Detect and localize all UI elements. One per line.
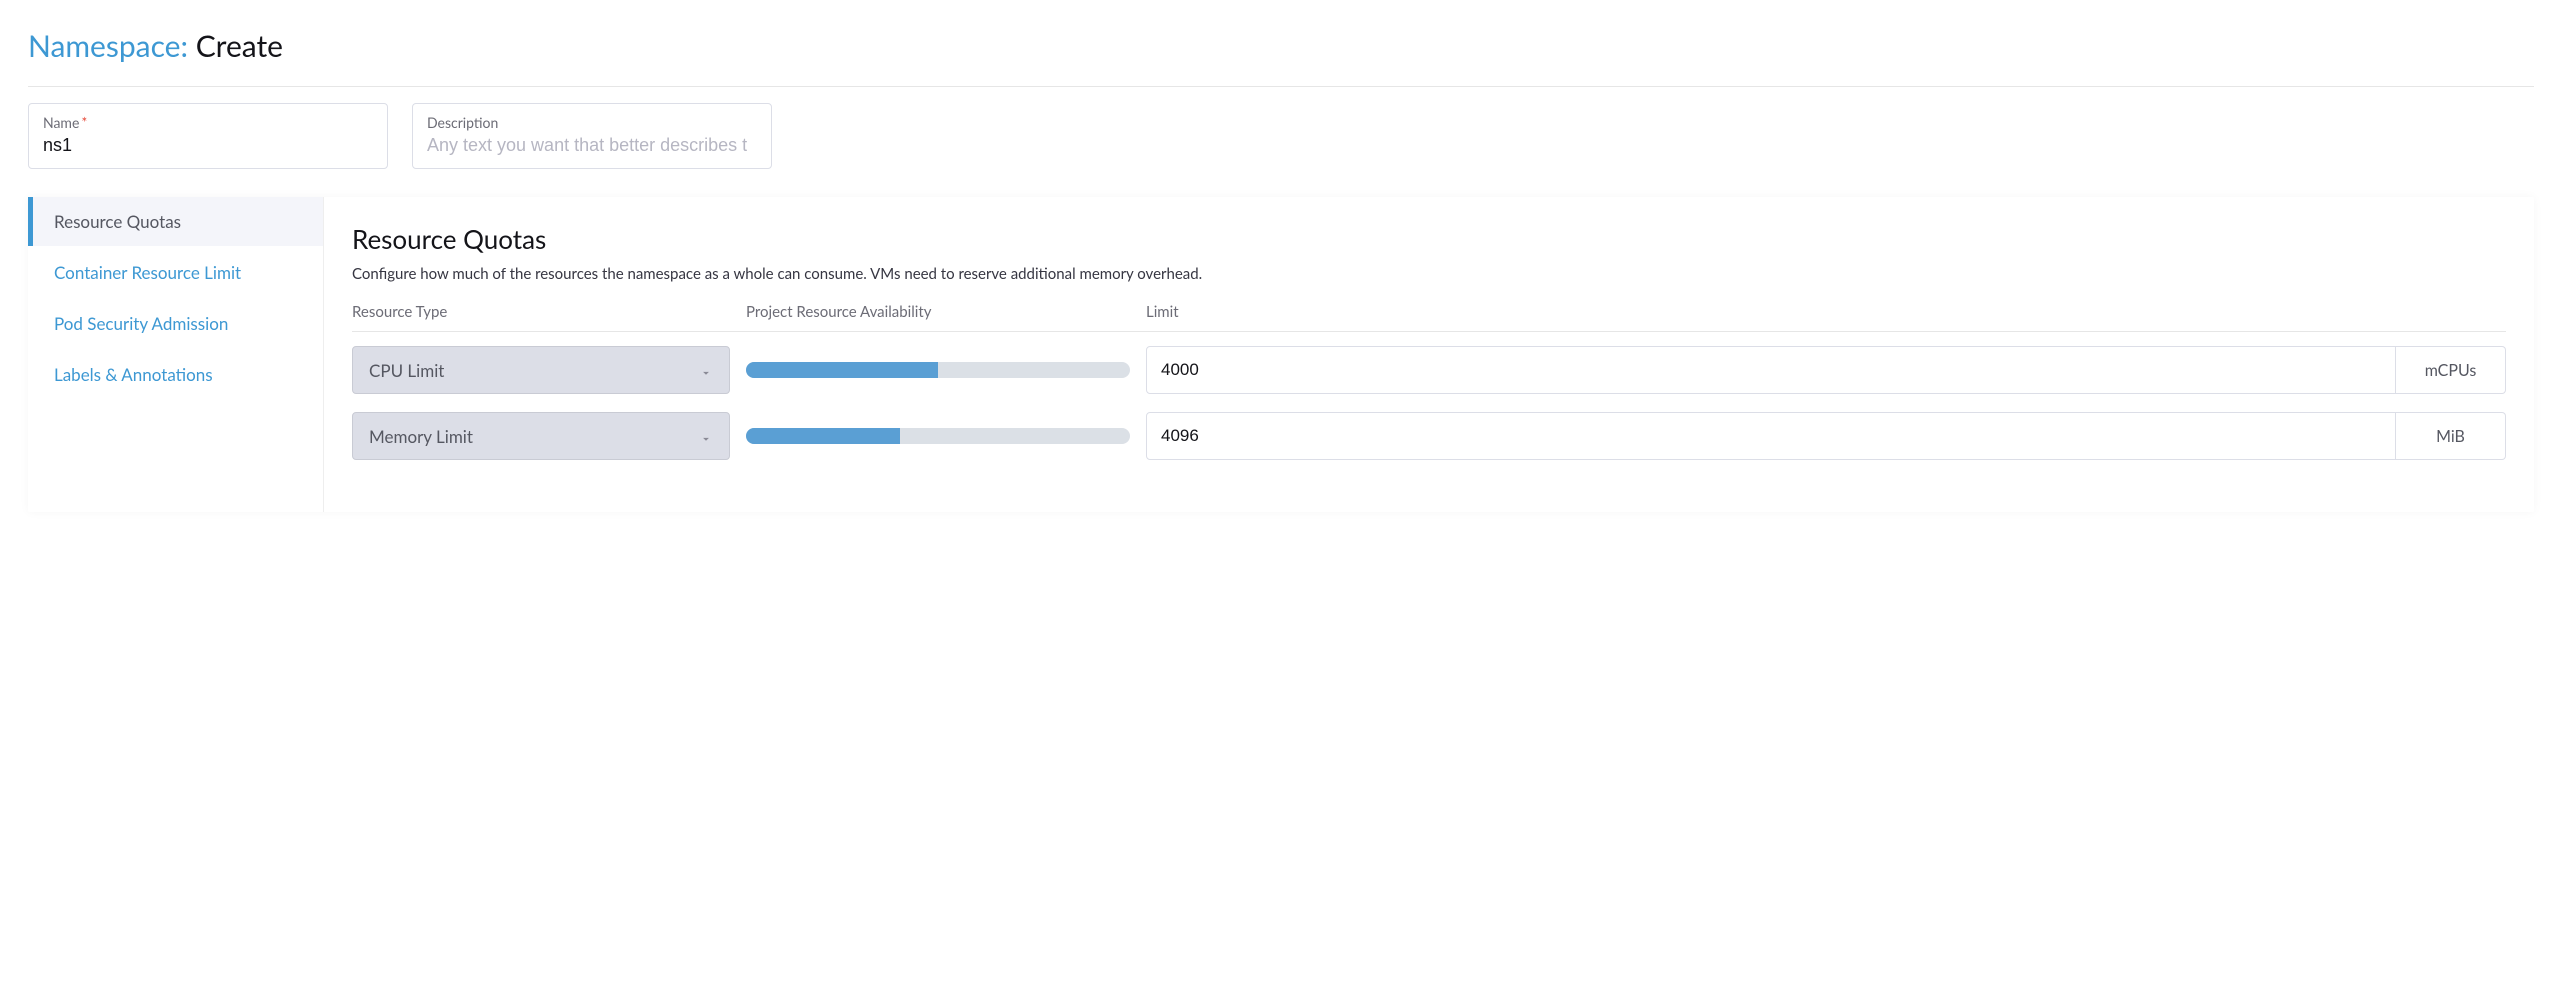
- tab-resource-quotas[interactable]: Resource Quotas: [28, 197, 323, 246]
- limit-group-memory: MiB: [1146, 412, 2506, 460]
- tab-container-resource-limit[interactable]: Container Resource Limit: [28, 248, 323, 297]
- section-title: Resource Quotas: [352, 223, 2506, 255]
- chevron-down-icon: [699, 429, 713, 443]
- fields-row: Name* Description: [28, 103, 2534, 169]
- col-header-type: Resource Type: [352, 303, 746, 321]
- name-field-box[interactable]: Name*: [28, 103, 388, 169]
- quota-row: CPU Limit mCPUs: [352, 346, 2506, 394]
- side-tabs: Resource Quotas Container Resource Limit…: [28, 197, 324, 512]
- description-label: Description: [427, 114, 757, 131]
- chevron-down-icon: [699, 363, 713, 377]
- settings-panel: Resource Quotas Container Resource Limit…: [28, 197, 2534, 512]
- name-label: Name*: [43, 114, 373, 131]
- availability-fill: [746, 362, 938, 378]
- page-title: Namespace: Create: [28, 28, 2534, 64]
- limit-group-cpu: mCPUs: [1146, 346, 2506, 394]
- divider: [28, 86, 2534, 87]
- page-title-action: Create: [196, 28, 283, 64]
- col-header-availability: Project Resource Availability: [746, 303, 1146, 321]
- page-title-prefix: Namespace:: [28, 28, 188, 64]
- availability-fill: [746, 428, 900, 444]
- col-header-limit: Limit: [1146, 303, 2506, 321]
- limit-unit-cpu: mCPUs: [2396, 346, 2506, 394]
- panel-body: Resource Quotas Configure how much of th…: [324, 197, 2534, 512]
- availability-bar-cpu: [746, 362, 1130, 378]
- description-field-box[interactable]: Description: [412, 103, 772, 169]
- name-input[interactable]: [43, 135, 373, 156]
- availability-bar-memory: [746, 428, 1130, 444]
- limit-input-memory[interactable]: [1146, 412, 2396, 460]
- tab-pod-security-admission[interactable]: Pod Security Admission: [28, 299, 323, 348]
- dropdown-label: CPU Limit: [369, 360, 444, 381]
- tab-labels-annotations[interactable]: Labels & Annotations: [28, 350, 323, 399]
- resource-type-dropdown-cpu[interactable]: CPU Limit: [352, 346, 730, 394]
- description-input[interactable]: [427, 135, 757, 156]
- dropdown-label: Memory Limit: [369, 426, 473, 447]
- columns-header: Resource Type Project Resource Availabil…: [352, 303, 2506, 332]
- limit-unit-memory: MiB: [2396, 412, 2506, 460]
- section-description: Configure how much of the resources the …: [352, 265, 2506, 283]
- resource-type-dropdown-memory[interactable]: Memory Limit: [352, 412, 730, 460]
- quota-row: Memory Limit MiB: [352, 412, 2506, 460]
- required-asterisk: *: [81, 114, 87, 131]
- limit-input-cpu[interactable]: [1146, 346, 2396, 394]
